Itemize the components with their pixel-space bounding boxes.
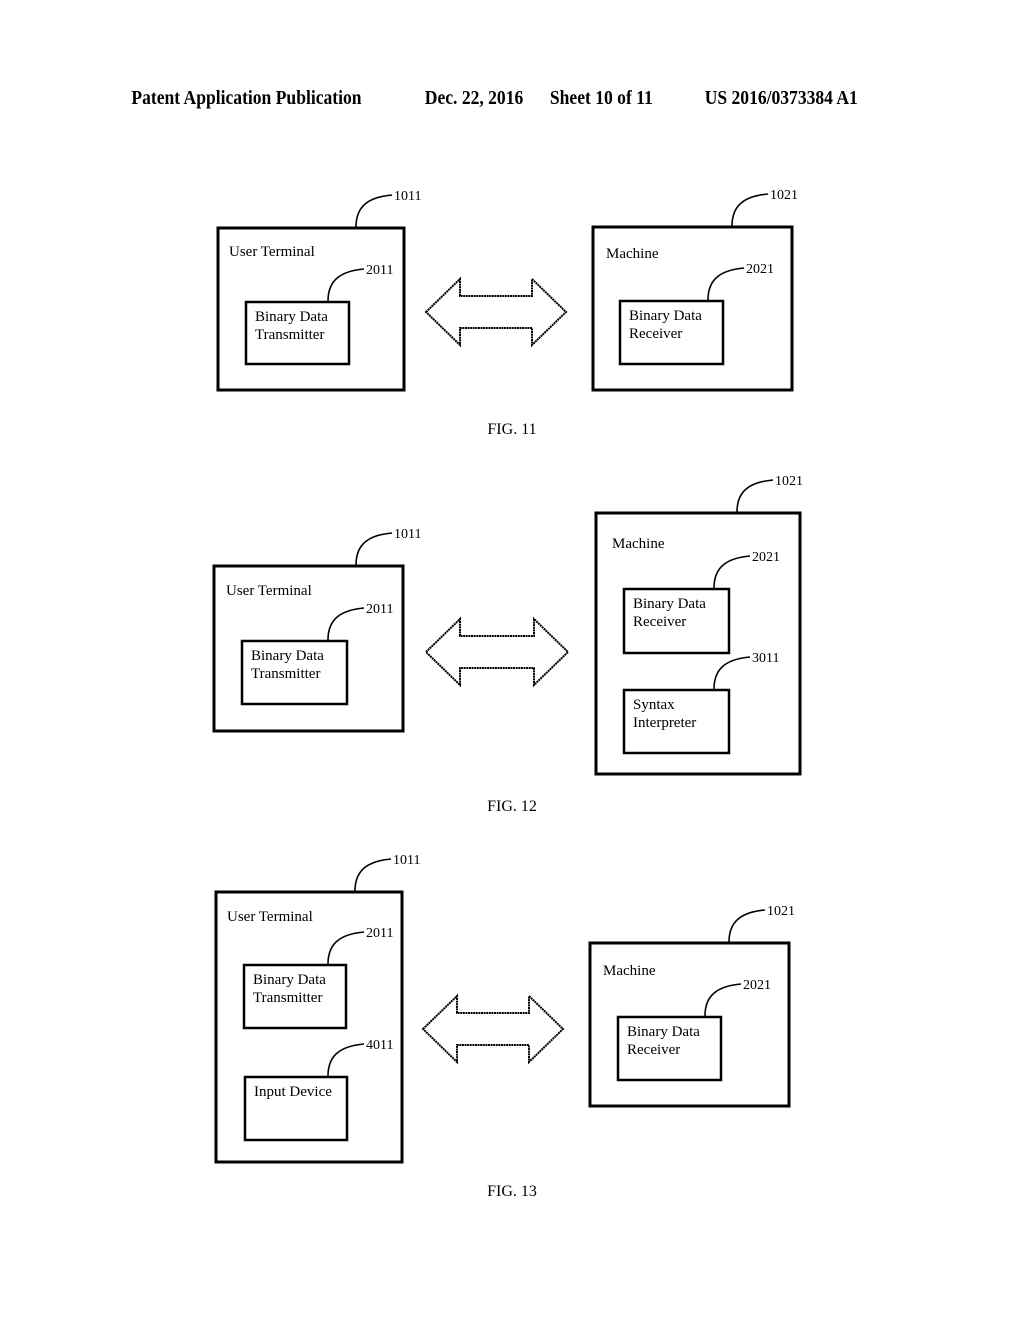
leader-line: [713, 555, 751, 589]
reference-numeral: 1021: [775, 474, 803, 489]
figure-11: User Terminal 1011 Binary Data Transmitter 2…: [216, 188, 798, 438]
bidirectional-arrow-icon: [421, 993, 565, 1065]
leader-line: [736, 479, 774, 513]
component-label: Binary Data: [251, 648, 324, 664]
component-label: Binary Data: [255, 309, 328, 325]
reference-numeral: 1021: [770, 188, 798, 203]
block-label: Machine: [612, 536, 665, 552]
component-label: Input Device: [254, 1084, 332, 1100]
component-label: Receiver: [629, 326, 682, 342]
reference-numeral: 2021: [746, 262, 774, 277]
reference-numeral: 2021: [743, 978, 771, 993]
user-terminal-block: User Terminal 1011 Binary Data Transmitter 2…: [214, 853, 420, 1164]
block-label: User Terminal: [227, 909, 313, 925]
leader-line: [704, 983, 742, 1017]
figure-caption: FIG. 11: [487, 421, 536, 438]
figure-12: User Terminal 1011 Binary Data Transmitter 2…: [212, 474, 803, 815]
bidirectional-arrow-icon: [424, 276, 568, 348]
component-block: Input Device 4011: [243, 1038, 393, 1142]
leader-line: [355, 532, 393, 566]
reference-numeral: 2011: [366, 263, 393, 278]
component-label: Interpreter: [633, 715, 696, 731]
leader-line: [327, 607, 365, 641]
block-label: User Terminal: [226, 583, 312, 599]
component-label: Syntax: [633, 697, 675, 713]
user-terminal-block: User Terminal 1011 Binary Data Transmitter 2…: [212, 527, 421, 733]
bidirectional-arrow-icon: [424, 616, 570, 688]
leader-line: [327, 1043, 365, 1077]
leader-line: [713, 656, 751, 690]
machine-block: Machine 1021 Binary Data Receiver 2021: [591, 188, 798, 392]
reference-numeral: 2021: [752, 550, 780, 565]
leader-line: [355, 194, 393, 228]
leader-line: [327, 268, 365, 302]
component-label: Transmitter: [255, 327, 324, 343]
figure-caption: FIG. 12: [487, 798, 537, 815]
component-block: Binary Data Transmitter 2011: [240, 602, 393, 706]
reference-numeral: 1011: [394, 527, 421, 542]
block-label: Machine: [603, 963, 656, 979]
component-label: Transmitter: [253, 990, 322, 1006]
component-label: Receiver: [633, 614, 686, 630]
component-label: Binary Data: [627, 1024, 700, 1040]
block-label: User Terminal: [229, 244, 315, 260]
component-label: Binary Data: [633, 596, 706, 612]
machine-block: Machine 1021 Binary Data Receiver 2021 Syntax…: [594, 474, 803, 776]
component-label: Receiver: [627, 1042, 680, 1058]
block-label: Machine: [606, 246, 659, 262]
component-label: Binary Data: [253, 972, 326, 988]
figure-caption: FIG. 13: [487, 1183, 537, 1200]
reference-numeral: 1011: [393, 853, 420, 868]
leader-line: [731, 193, 769, 227]
reference-numeral: 1021: [767, 904, 795, 919]
leader-line: [354, 858, 392, 892]
component-label: Transmitter: [251, 666, 320, 682]
component-block: Binary Data Receiver 2021: [616, 978, 771, 1082]
component-block: Binary Data Transmitter 2011: [242, 926, 393, 1030]
user-terminal-block: User Terminal 1011 Binary Data Transmitter 2…: [216, 189, 421, 392]
component-block: Binary Data Receiver 2021: [622, 550, 780, 655]
leader-line: [728, 909, 766, 943]
component-block: Binary Data Transmitter 2011: [244, 263, 393, 366]
component-label: Binary Data: [629, 308, 702, 324]
leader-line: [707, 267, 745, 301]
patent-drawing-sheet: User Terminal 1011 Binary Data Transmitter 2…: [212, 188, 803, 1200]
reference-numeral: 3011: [752, 651, 779, 666]
reference-numeral: 1011: [394, 189, 421, 204]
reference-numeral: 2011: [366, 602, 393, 617]
machine-block: Machine 1021 Binary Data Receiver 2021: [588, 904, 795, 1108]
reference-numeral: 2011: [366, 926, 393, 941]
component-block: Syntax Interpreter 3011: [622, 651, 779, 755]
figure-13: User Terminal 1011 Binary Data Transmitter 2…: [214, 853, 795, 1200]
leader-line: [327, 931, 365, 965]
component-block: Binary Data Receiver 2021: [618, 262, 774, 366]
reference-numeral: 4011: [366, 1038, 393, 1053]
